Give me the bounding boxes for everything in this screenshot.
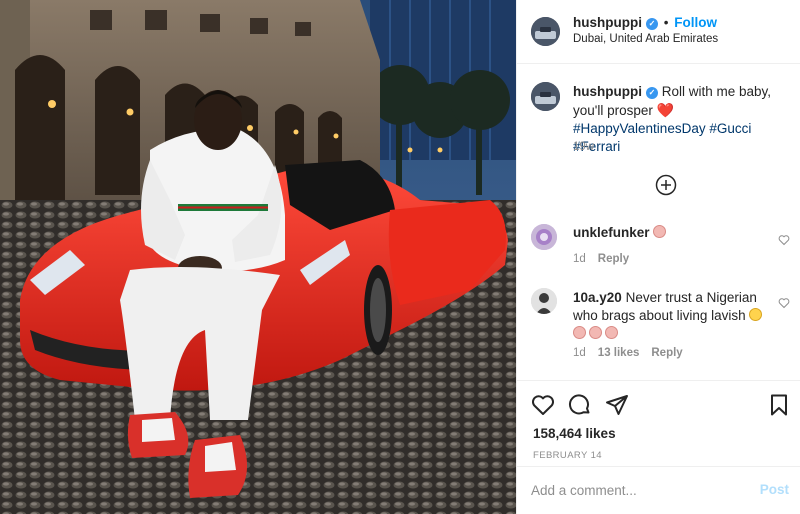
avatar-image — [531, 82, 560, 111]
comment-time[interactable]: 1d — [573, 347, 586, 359]
location-link[interactable]: Dubai, United Arab Emirates — [573, 33, 718, 45]
author-username[interactable]: hushpuppi — [573, 15, 642, 30]
follow-button[interactable]: Follow — [674, 15, 717, 30]
avatar-image — [531, 288, 557, 314]
comment-username[interactable]: 10a.y20 — [573, 290, 622, 305]
post-photo[interactable]: 4630 — [0, 0, 516, 514]
caption-author-avatar[interactable] — [531, 82, 560, 111]
comment-item: unklefunker — [573, 224, 773, 242]
pig-face-emoji-icon — [653, 225, 667, 238]
comment-meta: 1d 13 likes Reply — [573, 347, 683, 359]
comment-item: 10a.y20 Never trust a Nigerian who brags… — [573, 289, 773, 343]
author-avatar[interactable] — [531, 17, 560, 46]
reply-button[interactable]: Reply — [598, 253, 629, 265]
comment-likes[interactable]: 13 likes — [598, 347, 640, 359]
comment-icon[interactable] — [568, 393, 592, 417]
bookmark-icon[interactable] — [767, 393, 791, 417]
header-user-line: hushpuppi ✓ • Follow — [573, 15, 717, 30]
comment-username[interactable]: unklefunker — [573, 225, 650, 240]
caption-username[interactable]: hushpuppi — [573, 84, 642, 99]
load-more-comments-button[interactable] — [655, 174, 677, 196]
pig-face-emoji-icon — [573, 326, 586, 339]
caption-timestamp[interactable]: 19w — [573, 141, 594, 153]
add-comment-input[interactable] — [531, 479, 731, 501]
instagram-post: 4630 — [0, 0, 800, 514]
verified-badge-icon: ✓ — [645, 18, 658, 30]
comment-time[interactable]: 1d — [573, 253, 586, 265]
post-caption: hushpuppi ✓ Roll with me baby, you'll pro… — [573, 83, 793, 156]
pig-face-emoji-icon — [589, 326, 602, 339]
post-header: hushpuppi ✓ • Follow Dubai, United Arab E… — [517, 0, 800, 64]
commenter-avatar[interactable] — [531, 288, 557, 314]
plus-circle-icon — [655, 174, 677, 196]
avatar-image — [531, 224, 557, 250]
hashtag-link[interactable]: #HappyValentinesDay — [573, 121, 706, 136]
hashtag-link[interactable]: #Gucci — [709, 121, 751, 136]
red-heart-emoji: ❤️ — [656, 102, 675, 118]
heart-icon[interactable] — [531, 393, 555, 417]
reply-button[interactable]: Reply — [651, 347, 682, 359]
post-date[interactable]: FEBRUARY 14 — [533, 450, 602, 461]
post-side-panel: hushpuppi ✓ • Follow Dubai, United Arab E… — [516, 0, 800, 514]
face-emoji-icon — [749, 308, 763, 321]
avatar-image — [531, 17, 560, 46]
separator-dot: • — [663, 15, 669, 30]
pig-face-emoji-icon — [605, 326, 618, 339]
commenter-avatar[interactable] — [531, 224, 557, 250]
comment-meta: 1d Reply — [573, 253, 629, 265]
share-icon[interactable] — [605, 393, 629, 417]
photo-illustration: 4630 — [0, 0, 516, 514]
verified-badge-icon: ✓ — [645, 87, 658, 99]
comment-like-heart-icon[interactable] — [778, 297, 790, 309]
post-comment-button[interactable]: Post — [760, 482, 789, 497]
like-count[interactable]: 158,464 likes — [533, 426, 616, 441]
add-comment-bar: Post — [517, 466, 800, 514]
comment-like-heart-icon[interactable] — [778, 234, 790, 246]
